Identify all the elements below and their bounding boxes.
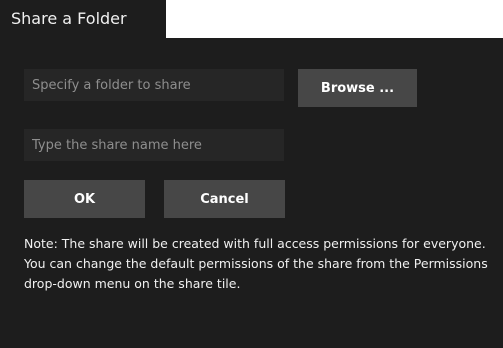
browse-button[interactable]: Browse ... [298, 69, 417, 107]
share-folder-panel: Browse ... OK Cancel Note: The share wil… [0, 38, 503, 348]
share-name-input[interactable] [24, 129, 284, 161]
permissions-note: Note: The share will be created with ful… [24, 236, 488, 291]
dialog-tab-title[interactable]: Share a Folder [0, 0, 166, 38]
cancel-button[interactable]: Cancel [164, 180, 285, 218]
folder-path-input[interactable] [24, 69, 284, 101]
ok-button[interactable]: OK [24, 180, 145, 218]
